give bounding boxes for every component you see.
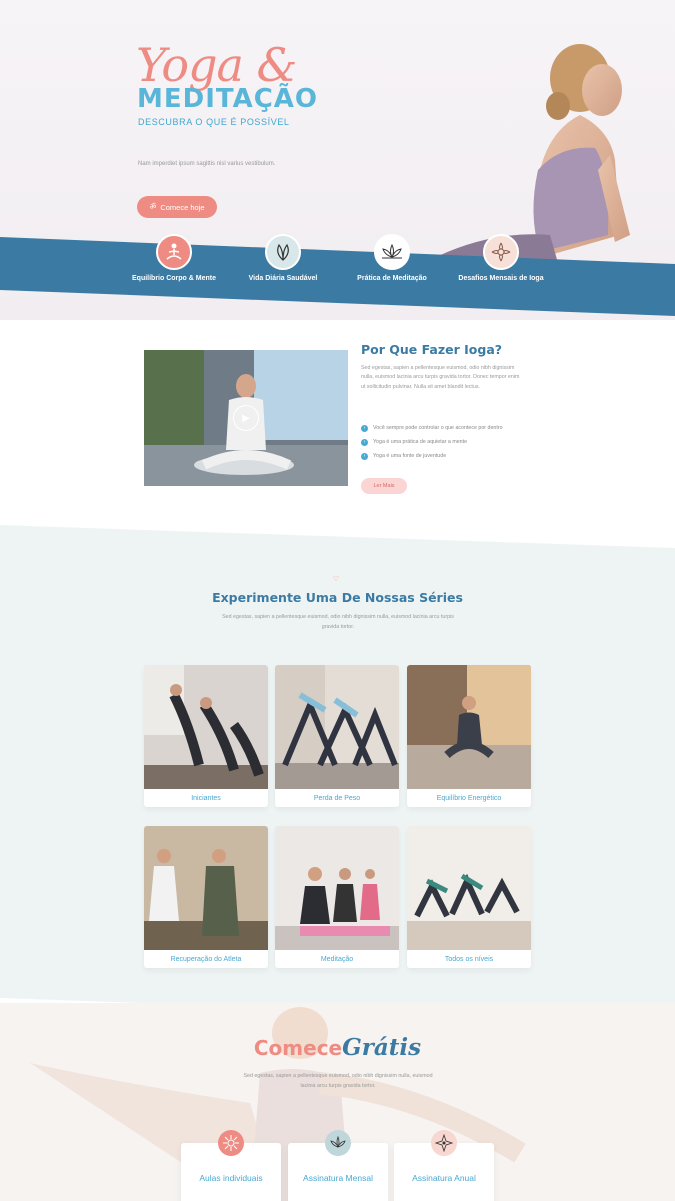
read-more-button[interactable]: Ler Mais xyxy=(361,478,407,494)
list-item: › Você sempre pode controlar o que aconte… xyxy=(361,421,503,435)
feature-healthy-life[interactable]: Vida Diária Saudável xyxy=(223,234,343,282)
list-item: › Yoga é uma fonte de juventude xyxy=(361,449,503,463)
series-card-all-levels[interactable]: Todos os níveis xyxy=(407,826,531,968)
heart-icon: ♡ xyxy=(333,576,340,583)
mandala-icon xyxy=(483,234,519,270)
feature-meditation-practice[interactable]: Prática de Meditação xyxy=(332,234,452,282)
series-card-beginners[interactable]: Iniciantes xyxy=(144,665,268,807)
free-title-script: Grátis xyxy=(342,1034,422,1061)
why-title: Por Que Fazer Ioga? xyxy=(361,342,503,357)
lotus-icon xyxy=(374,234,410,270)
leaf-icon xyxy=(265,234,301,270)
beginners-image xyxy=(144,665,268,789)
arrow-icon: › xyxy=(361,424,368,432)
plan-card-monthly[interactable]: Assinatura Mensal xyxy=(288,1130,388,1201)
athlete-recovery-image xyxy=(144,826,268,950)
yoga-video[interactable]: ▶ xyxy=(144,350,348,486)
mandala-icon xyxy=(218,1130,244,1156)
feature-body-mind[interactable]: Equilíbrio Corpo & Mente xyxy=(114,234,234,282)
feature-label: Desafios Mensais de Ioga xyxy=(458,275,544,282)
hero-text: Nam imperdiet ipsum sagittis nisl varius… xyxy=(138,161,276,167)
series-card-energy-balance[interactable]: Equilíbrio Energético xyxy=(407,665,531,807)
card-label: Iniciantes xyxy=(191,794,221,802)
arrow-icon: › xyxy=(361,438,368,446)
series-card-weight-loss[interactable]: Perda de Peso xyxy=(275,665,399,807)
energy-balance-image xyxy=(407,665,531,789)
series-card-athlete-recovery[interactable]: Recuperação do Atleta xyxy=(144,826,268,968)
feature-label: Vida Diária Saudável xyxy=(248,275,318,282)
feature-label: Equilíbrio Corpo & Mente xyxy=(132,275,216,282)
card-label: Recuperação do Atleta xyxy=(170,955,242,963)
plan-card-annual[interactable]: Assinatura Anual xyxy=(394,1130,494,1201)
card-label: Equilíbrio Energético xyxy=(436,794,502,802)
meditating-figure-icon xyxy=(156,234,192,270)
card-label: Perda de Peso xyxy=(313,794,361,802)
free-section-text: Sed egestas, sapien a pellentesque euism… xyxy=(243,1073,433,1090)
series-title: Experimente Uma De Nossas Séries xyxy=(212,590,463,605)
free-title-main: Comece xyxy=(253,1036,343,1060)
list-item: › Yoga é uma prática de aquietar a mente xyxy=(361,435,503,449)
plan-label: Aulas individuais xyxy=(199,1173,263,1183)
meditation-image xyxy=(275,826,399,950)
hero-subtitle: DESCUBRA O QUE É POSSÍVEL xyxy=(138,117,290,127)
start-today-button[interactable]: ॐ Comece hoje xyxy=(137,196,217,218)
card-label: Meditação xyxy=(320,955,354,963)
plan-card-individual[interactable]: Aulas individuais xyxy=(181,1130,281,1201)
weight-loss-image xyxy=(275,665,399,789)
all-levels-image xyxy=(407,826,531,950)
lotus-icon xyxy=(325,1130,351,1156)
arrow-icon: › xyxy=(361,452,368,460)
feature-monthly-challenges[interactable]: Desafios Mensais de Ioga xyxy=(441,234,561,282)
star-flower-icon xyxy=(431,1130,457,1156)
om-icon: ॐ xyxy=(149,202,157,211)
feature-label: Prática de Meditação xyxy=(357,275,427,282)
plan-label: Assinatura Anual xyxy=(412,1173,476,1183)
play-icon[interactable]: ▶ xyxy=(233,405,259,431)
series-text: Sed egestas, sapien a pellentesque euism… xyxy=(222,614,454,631)
plan-label: Assinatura Mensal xyxy=(303,1173,373,1183)
hero-title: MEDITAÇÃO xyxy=(137,84,319,114)
series-card-meditation[interactable]: Meditação xyxy=(275,826,399,968)
free-section-title: ComeceGrátis xyxy=(0,1034,675,1061)
start-today-button-label: Comece hoje xyxy=(160,202,205,212)
why-text: Sed egestas, sapien a pellentesque euism… xyxy=(361,365,520,390)
why-benefits-list: › Você sempre pode controlar o que aconte… xyxy=(361,421,503,463)
card-label: Todos os níveis xyxy=(444,955,494,963)
